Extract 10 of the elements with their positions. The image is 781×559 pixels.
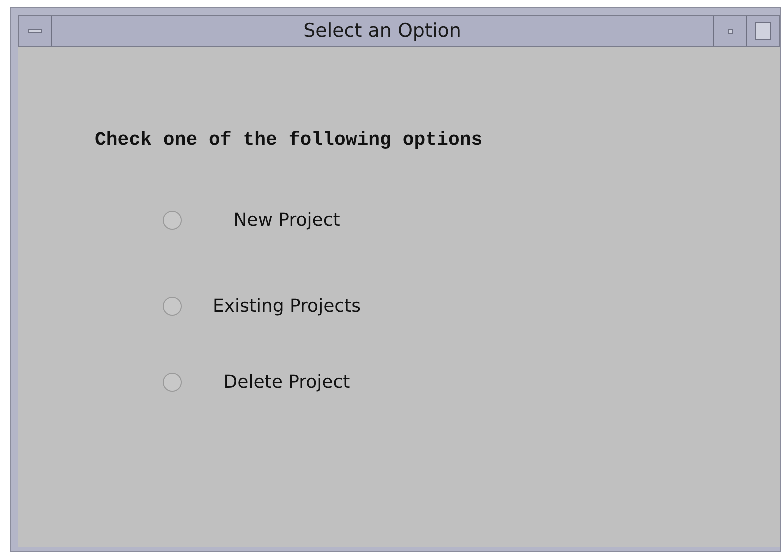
radio-button[interactable] (163, 210, 182, 230)
instruction-heading: Check one of the following options (95, 128, 483, 153)
option-label[interactable]: New Project (182, 206, 392, 234)
option-label[interactable]: Delete Project (182, 368, 392, 396)
square-icon (755, 22, 771, 40)
radio-button[interactable] (163, 372, 182, 392)
option-label[interactable]: Existing Projects (182, 292, 392, 320)
window-title: Select an Option (302, 18, 462, 44)
radio-button[interactable] (163, 296, 182, 316)
minus-icon (28, 29, 42, 33)
